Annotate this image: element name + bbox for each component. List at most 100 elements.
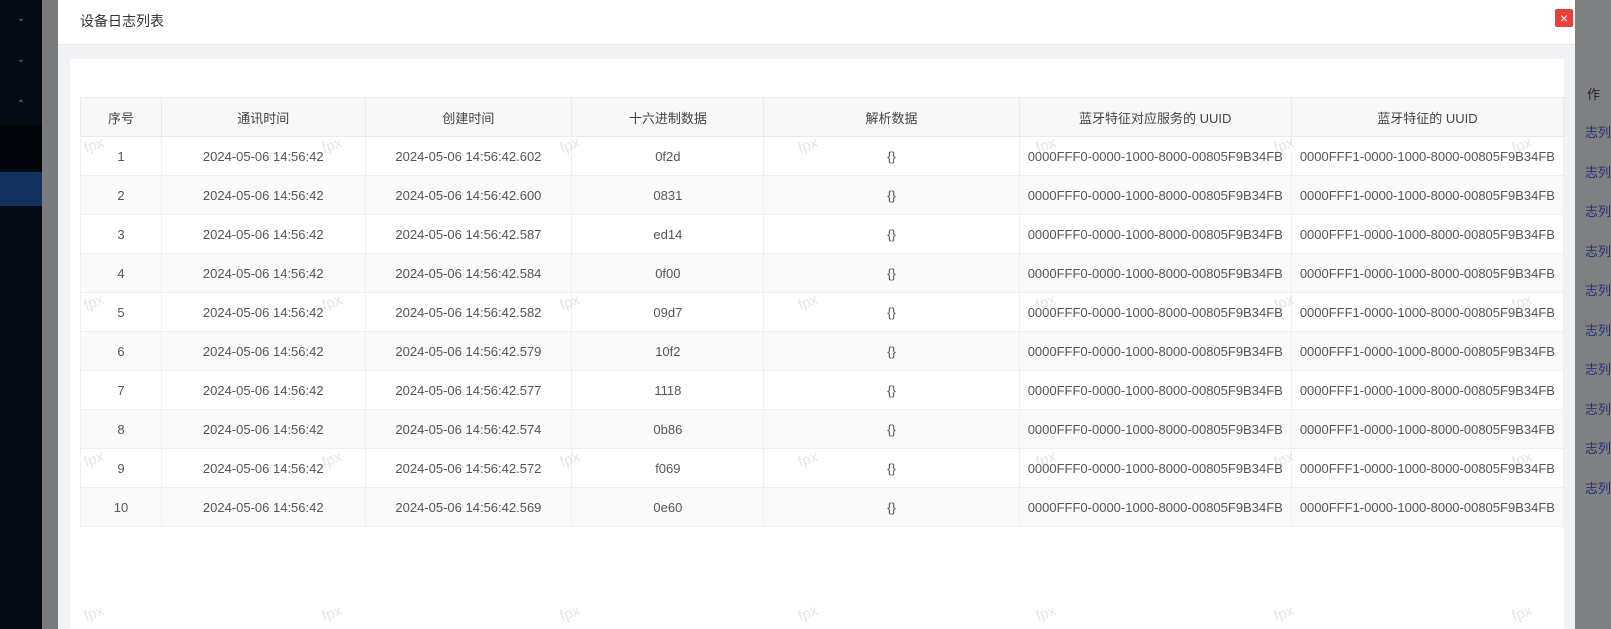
cell-parsed-data: {} (763, 292, 1020, 332)
column-header-created-time[interactable]: 创建时间 (364, 97, 573, 137)
cell-hex-data: f069 (571, 448, 765, 488)
cell-hex-data: ed14 (571, 214, 765, 254)
cell-index: 8 (80, 409, 162, 449)
table-row[interactable]: 4 2024-05-06 14:56:42 2024-05-06 14:56:4… (80, 253, 1565, 293)
cell-characteristic-uuid: 0000FFF1-0000-1000-8000-00805F9B34FB (1290, 448, 1565, 488)
column-header-characteristic-uuid[interactable]: 蓝牙特征的 UUID (1290, 97, 1565, 137)
cell-created-time: 2024-05-06 14:56:42.602 (364, 136, 573, 176)
cell-created-time: 2024-05-06 14:56:42.582 (364, 292, 573, 332)
table-row[interactable]: 5 2024-05-06 14:56:42 2024-05-06 14:56:4… (80, 292, 1565, 332)
cell-characteristic-uuid: 0000FFF1-0000-1000-8000-00805F9B34FB (1290, 175, 1565, 215)
column-header-comm-time[interactable]: 通讯时间 (160, 97, 366, 137)
cell-characteristic-uuid: 0000FFF1-0000-1000-8000-00805F9B34FB (1290, 214, 1565, 254)
background-link: 志列表 (1585, 283, 1611, 298)
cell-index: 2 (80, 175, 162, 215)
cell-comm-time: 2024-05-06 14:56:42 (160, 331, 366, 371)
cell-parsed-data: {} (763, 175, 1020, 215)
cell-characteristic-uuid: 0000FFF1-0000-1000-8000-00805F9B34FB (1290, 253, 1565, 293)
watermark: fpx (319, 602, 345, 625)
table-row[interactable]: 8 2024-05-06 14:56:42 2024-05-06 14:56:4… (80, 409, 1565, 449)
cell-index: 3 (80, 214, 162, 254)
table-row[interactable]: 6 2024-05-06 14:56:42 2024-05-06 14:56:4… (80, 331, 1565, 371)
cell-parsed-data: {} (763, 214, 1020, 254)
cell-created-time: 2024-05-06 14:56:42.572 (364, 448, 573, 488)
cell-parsed-data: {} (763, 448, 1020, 488)
table-row[interactable]: 2 2024-05-06 14:56:42 2024-05-06 14:56:4… (80, 175, 1565, 215)
cell-hex-data: 09d7 (571, 292, 765, 332)
device-log-table: 序号 通讯时间 创建时间 十六进制数据 解析数据 蓝牙特征对应服务的 UUID … (80, 97, 1565, 527)
background-link: 志列表 (1585, 323, 1611, 338)
table-row[interactable]: 7 2024-05-06 14:56:42 2024-05-06 14:56:4… (80, 370, 1565, 410)
cell-comm-time: 2024-05-06 14:56:42 (160, 136, 366, 176)
cell-service-uuid: 0000FFF0-0000-1000-8000-00805F9B34FB (1018, 253, 1292, 293)
cell-index: 9 (80, 448, 162, 488)
cell-service-uuid: 0000FFF0-0000-1000-8000-00805F9B34FB (1018, 448, 1292, 488)
watermark: fpx (81, 602, 107, 625)
close-icon[interactable]: × (1555, 9, 1573, 27)
cell-index: 5 (80, 292, 162, 332)
table-row[interactable]: 1 2024-05-06 14:56:42 2024-05-06 14:56:4… (80, 136, 1565, 176)
column-header-service-uuid[interactable]: 蓝牙特征对应服务的 UUID (1018, 97, 1292, 137)
cell-parsed-data: {} (763, 370, 1020, 410)
cell-service-uuid: 0000FFF0-0000-1000-8000-00805F9B34FB (1018, 214, 1292, 254)
background-sidebar: ⌄ ⌄ ⌃ (0, 0, 42, 629)
device-log-modal: 设备日志列表 × 序号 通讯时间 创建时间 十六进制数据 解析数据 蓝牙特征对应… (58, 0, 1575, 629)
watermark: fpx (557, 602, 583, 625)
modal-body: 序号 通讯时间 创建时间 十六进制数据 解析数据 蓝牙特征对应服务的 UUID … (70, 59, 1565, 629)
cell-index: 6 (80, 331, 162, 371)
chevron-up-icon: ⌃ (16, 99, 26, 110)
cell-comm-time: 2024-05-06 14:56:42 (160, 448, 366, 488)
cell-parsed-data: {} (763, 253, 1020, 293)
modal-header: 设备日志列表 × (58, 0, 1575, 45)
table-row[interactable]: 10 2024-05-06 14:56:42 2024-05-06 14:56:… (80, 487, 1565, 527)
cell-characteristic-uuid: 0000FFF1-0000-1000-8000-00805F9B34FB (1290, 331, 1565, 371)
modal-title: 设备日志列表 (80, 13, 164, 29)
cell-characteristic-uuid: 0000FFF1-0000-1000-8000-00805F9B34FB (1290, 136, 1565, 176)
background-link: 志列表 (1585, 441, 1611, 456)
cell-hex-data: 1118 (571, 370, 765, 410)
column-header-hex-data[interactable]: 十六进制数据 (571, 97, 765, 137)
cell-characteristic-uuid: 0000FFF1-0000-1000-8000-00805F9B34FB (1290, 487, 1565, 527)
cell-created-time: 2024-05-06 14:56:42.600 (364, 175, 573, 215)
cell-created-time: 2024-05-06 14:56:42.587 (364, 214, 573, 254)
cell-parsed-data: {} (763, 136, 1020, 176)
column-header-parsed-data[interactable]: 解析数据 (763, 97, 1020, 137)
table-header-row: 序号 通讯时间 创建时间 十六进制数据 解析数据 蓝牙特征对应服务的 UUID … (80, 97, 1565, 137)
cell-service-uuid: 0000FFF0-0000-1000-8000-00805F9B34FB (1018, 370, 1292, 410)
cell-comm-time: 2024-05-06 14:56:42 (160, 370, 366, 410)
cell-parsed-data: {} (763, 409, 1020, 449)
cell-hex-data: 0831 (571, 175, 765, 215)
background-link: 志列表 (1585, 481, 1611, 496)
cell-comm-time: 2024-05-06 14:56:42 (160, 409, 366, 449)
cell-comm-time: 2024-05-06 14:56:42 (160, 487, 366, 527)
cell-parsed-data: {} (763, 487, 1020, 527)
background-link: 志列表 (1585, 402, 1611, 417)
cell-characteristic-uuid: 0000FFF1-0000-1000-8000-00805F9B34FB (1290, 409, 1565, 449)
cell-created-time: 2024-05-06 14:56:42.574 (364, 409, 573, 449)
cell-characteristic-uuid: 0000FFF1-0000-1000-8000-00805F9B34FB (1290, 370, 1565, 410)
cell-created-time: 2024-05-06 14:56:42.584 (364, 253, 573, 293)
watermark: fpx (1033, 602, 1059, 625)
cell-comm-time: 2024-05-06 14:56:42 (160, 214, 366, 254)
table-row[interactable]: 9 2024-05-06 14:56:42 2024-05-06 14:56:4… (80, 448, 1565, 488)
background-link: 志列表 (1585, 204, 1611, 219)
table-row[interactable]: 3 2024-05-06 14:56:42 2024-05-06 14:56:4… (80, 214, 1565, 254)
cell-comm-time: 2024-05-06 14:56:42 (160, 253, 366, 293)
cell-service-uuid: 0000FFF0-0000-1000-8000-00805F9B34FB (1018, 409, 1292, 449)
cell-index: 4 (80, 253, 162, 293)
cell-index: 7 (80, 370, 162, 410)
cell-comm-time: 2024-05-06 14:56:42 (160, 292, 366, 332)
chevron-down-icon: ⌄ (16, 54, 26, 65)
watermark: fpx (795, 602, 821, 625)
column-header-index[interactable]: 序号 (80, 97, 162, 137)
chevron-down-icon: ⌄ (16, 13, 26, 24)
cell-created-time: 2024-05-06 14:56:42.579 (364, 331, 573, 371)
watermark: fpx (1271, 602, 1297, 625)
cell-service-uuid: 0000FFF0-0000-1000-8000-00805F9B34FB (1018, 292, 1292, 332)
cell-service-uuid: 0000FFF0-0000-1000-8000-00805F9B34FB (1018, 175, 1292, 215)
background-link: 志列表 (1585, 125, 1611, 140)
cell-service-uuid: 0000FFF0-0000-1000-8000-00805F9B34FB (1018, 487, 1292, 527)
cell-service-uuid: 0000FFF0-0000-1000-8000-00805F9B34FB (1018, 136, 1292, 176)
cell-index: 10 (80, 487, 162, 527)
cell-hex-data: 0f2d (571, 136, 765, 176)
